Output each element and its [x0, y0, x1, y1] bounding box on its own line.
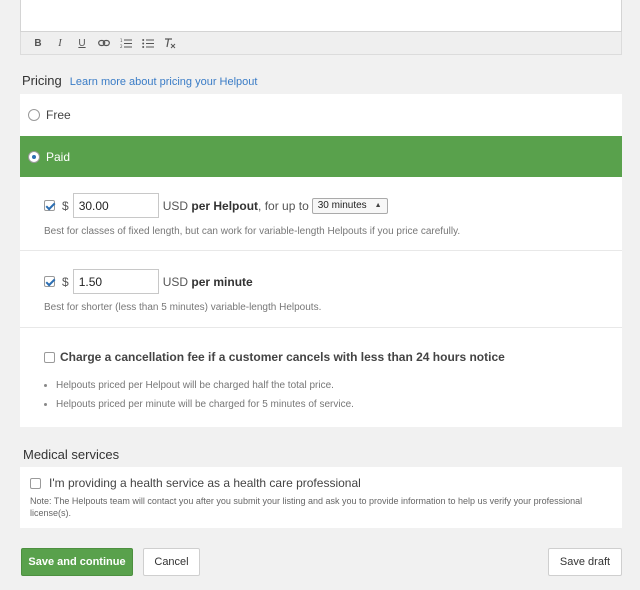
description-editor[interactable] — [20, 0, 622, 32]
save-draft-button[interactable]: Save draft — [548, 548, 622, 576]
pricing-option-paid[interactable]: Paid — [20, 136, 622, 177]
duration-select[interactable]: 30 minutes ▲ — [311, 197, 388, 214]
medical-services-panel: I'm providing a health service as a heal… — [20, 467, 622, 528]
paid-options-panel: $ USD per Helpout, for up to 30 minutes▲… — [20, 177, 622, 427]
paid-radio[interactable] — [28, 150, 40, 163]
medical-services-title: Medical services — [23, 447, 120, 462]
per-minute-price-input[interactable] — [72, 269, 159, 294]
per-minute-row: $ USD per minute — [44, 269, 253, 294]
cancellation-fee-details: Helpouts priced per Helpout will be char… — [44, 376, 354, 414]
per-helpout-price-input[interactable] — [72, 193, 159, 218]
per-helpout-unit-text: USD per Helpout, for up to — [162, 198, 309, 213]
numbered-list-icon[interactable]: 12 — [115, 34, 137, 52]
currency-symbol: $ — [62, 274, 69, 289]
clear-formatting-icon[interactable] — [159, 34, 181, 52]
pricing-title: Pricing — [22, 73, 62, 88]
divider — [20, 327, 622, 328]
paid-label: Paid — [46, 149, 71, 164]
health-professional-checkbox[interactable] — [30, 477, 41, 489]
link-icon[interactable] — [93, 34, 115, 52]
per-minute-checkbox[interactable] — [44, 276, 55, 287]
select-arrows-icon: ▲ — [374, 202, 382, 209]
per-helpout-checkbox[interactable] — [44, 200, 55, 211]
editor-toolbar: B I U 12 — [20, 32, 622, 55]
cancellation-fee-label: Charge a cancellation fee if a customer … — [60, 350, 505, 364]
pricing-option-free[interactable]: Free — [20, 94, 622, 136]
pricing-learn-more-link[interactable]: Learn more about pricing your Helpout — [70, 76, 258, 88]
currency-symbol: $ — [62, 198, 69, 213]
list-item: Helpouts priced per Helpout will be char… — [44, 376, 354, 395]
list-item: Helpouts priced per minute will be charg… — [44, 395, 354, 414]
cancellation-fee-row: Charge a cancellation fee if a customer … — [44, 350, 505, 364]
per-helpout-row: $ USD per Helpout, for up to 30 minutes▲ — [44, 193, 388, 218]
svg-text:2: 2 — [120, 44, 123, 49]
underline-button[interactable]: U — [71, 34, 93, 52]
health-professional-label: I'm providing a health service as a heal… — [49, 476, 361, 490]
bulleted-list-icon[interactable] — [137, 34, 159, 52]
per-minute-hint: Best for shorter (less than 5 minutes) v… — [44, 302, 322, 313]
per-minute-unit-text: USD per minute — [162, 274, 253, 289]
pricing-header: Pricing Learn more about pricing your He… — [22, 73, 257, 88]
bold-button[interactable]: B — [27, 34, 49, 52]
divider — [20, 250, 622, 251]
per-helpout-hint: Best for classes of fixed length, but ca… — [44, 226, 461, 237]
free-label: Free — [46, 108, 71, 122]
medical-note: Note: The Helpouts team will contact you… — [30, 496, 583, 518]
save-and-continue-button[interactable]: Save and continue — [21, 548, 133, 576]
cancel-button[interactable]: Cancel — [143, 548, 200, 576]
svg-text:1: 1 — [120, 38, 123, 43]
italic-button[interactable]: I — [49, 34, 71, 52]
cancellation-fee-checkbox[interactable] — [44, 351, 55, 363]
free-radio[interactable] — [28, 109, 40, 121]
health-professional-row: I'm providing a health service as a heal… — [30, 476, 361, 490]
